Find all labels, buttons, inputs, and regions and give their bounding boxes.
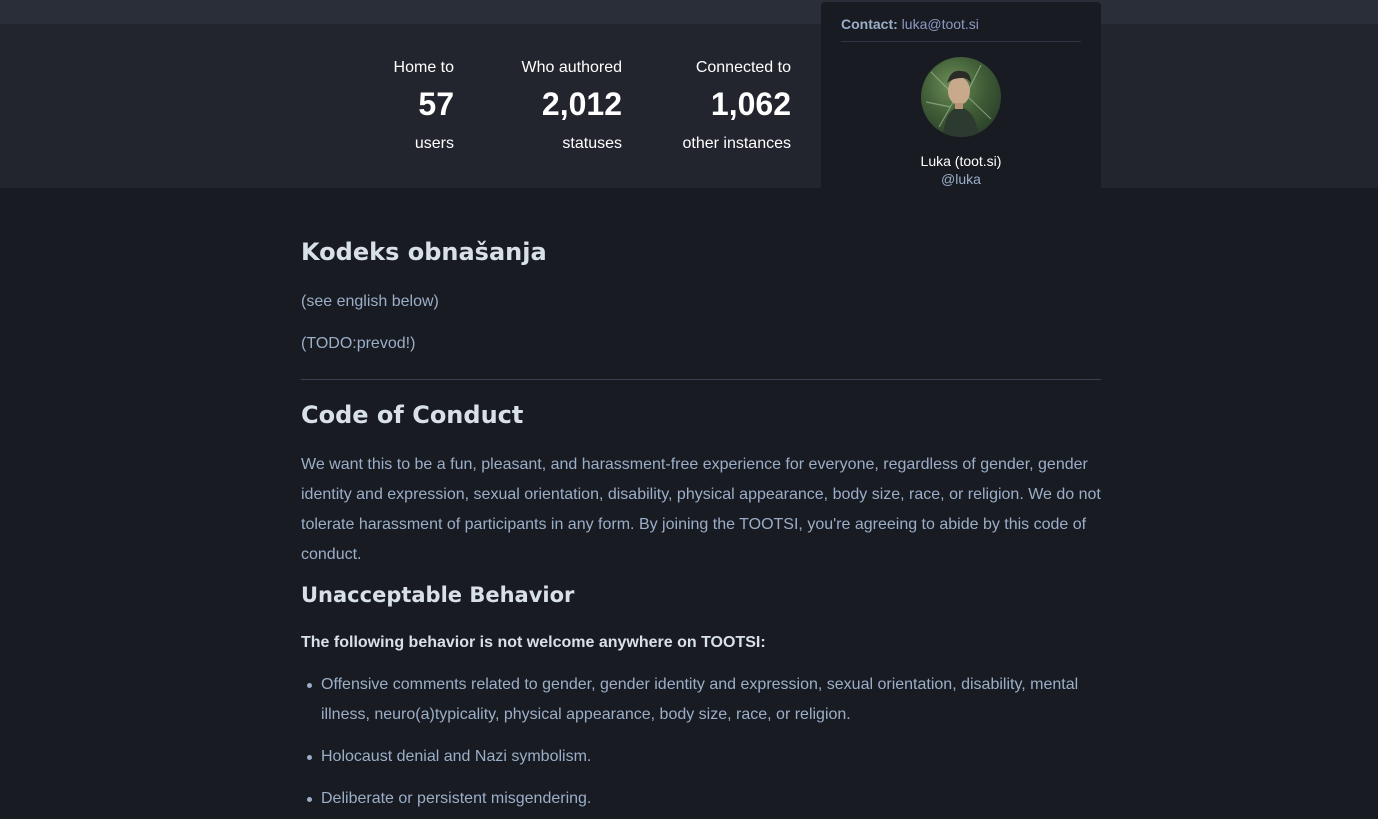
stat-statuses-unit: statuses [562, 135, 622, 152]
unacceptable-lead: The following behavior is not welcome an… [301, 634, 766, 651]
stat-statuses-label: Who authored [521, 59, 622, 76]
heading-unacceptable-behavior: Unacceptable Behavior [301, 583, 575, 607]
stat-instances-unit: other instances [682, 135, 791, 152]
rule-text: Deliberate or persistent misgendering. [321, 790, 592, 807]
account-handle[interactable]: @luka [821, 171, 1101, 187]
rule-text: Offensive comments related to gender, ge… [321, 676, 1079, 723]
stat-statuses-value: 2,012 [541, 86, 622, 122]
stat-users-value: 57 [418, 86, 454, 122]
heading-code-of-conduct: Code of Conduct [301, 401, 524, 429]
list-item: Holocaust denial and Nazi symbolism. [301, 742, 1101, 772]
note-todo: (TODO:prevod!) [301, 335, 416, 352]
list-item: Deliberate or persistent misgendering. [301, 784, 1101, 814]
rule-text: Holocaust denial and Nazi symbolism. [321, 748, 592, 765]
stat-users: Home to 57 users [394, 58, 454, 154]
stat-users-unit: users [414, 135, 454, 152]
stat-instances-value: 1,062 [710, 86, 791, 122]
contact-label: Contact: [841, 16, 898, 32]
about-content: Kodeks obnašanja (see english below) (TO… [301, 188, 1101, 814]
stat-instances-label: Connected to [695, 59, 791, 76]
stat-users-label: Home to [393, 59, 454, 76]
stat-statuses: Who authored 2,012 statuses [521, 58, 622, 154]
stat-instances: Connected to 1,062 other instances [682, 58, 791, 154]
list-item: Offensive comments related to gender, ge… [301, 670, 1101, 730]
heading-kodeks: Kodeks obnašanja [301, 238, 547, 266]
note-english-below: (see english below) [301, 293, 439, 310]
contact-divider [841, 41, 1081, 42]
top-strip [0, 0, 1378, 24]
bullet-icon [307, 755, 312, 760]
bullet-icon [307, 683, 312, 688]
account-name[interactable]: Luka (toot.si) [821, 152, 1101, 170]
conduct-intro: We want this to be a fun, pleasant, and … [301, 456, 1101, 563]
avatar-image [925, 64, 992, 137]
instance-stats-band: Home to 57 users Who authored 2,012 stat… [0, 24, 1378, 188]
contact-line: Contact: luka@toot.si [841, 16, 979, 32]
avatar[interactable] [921, 57, 1001, 137]
rules-list: Offensive comments related to gender, ge… [301, 670, 1101, 814]
bullet-icon [307, 797, 312, 802]
contact-email-link[interactable]: luka@toot.si [902, 16, 979, 32]
contact-card: Contact: luka@toot.si Luka (toot.si) @lu… [821, 2, 1101, 188]
